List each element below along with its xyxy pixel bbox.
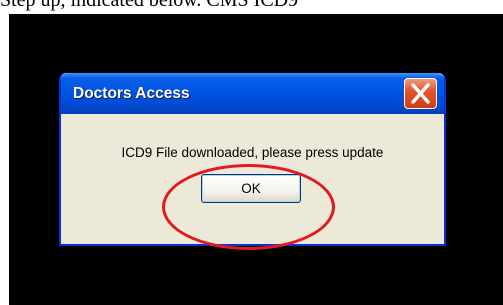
close-icon — [411, 83, 430, 104]
message-dialog: Doctors Access ICD9 File downloaded, ple… — [59, 73, 446, 246]
dialog-body: ICD9 File downloaded, please press updat… — [61, 114, 444, 244]
dialog-titlebar[interactable]: Doctors Access — [61, 73, 444, 114]
dialog-title: Doctors Access — [73, 85, 190, 102]
caption-strip: Step up, indicated below. CMS ICD9 — [0, 0, 503, 14]
ok-button[interactable]: OK — [201, 174, 301, 203]
caption-text: Step up, indicated below. CMS ICD9 — [0, 0, 299, 11]
close-button[interactable] — [404, 78, 437, 109]
dialog-message: ICD9 File downloaded, please press updat… — [121, 145, 384, 160]
desktop-background: Doctors Access ICD9 File downloaded, ple… — [9, 14, 503, 305]
